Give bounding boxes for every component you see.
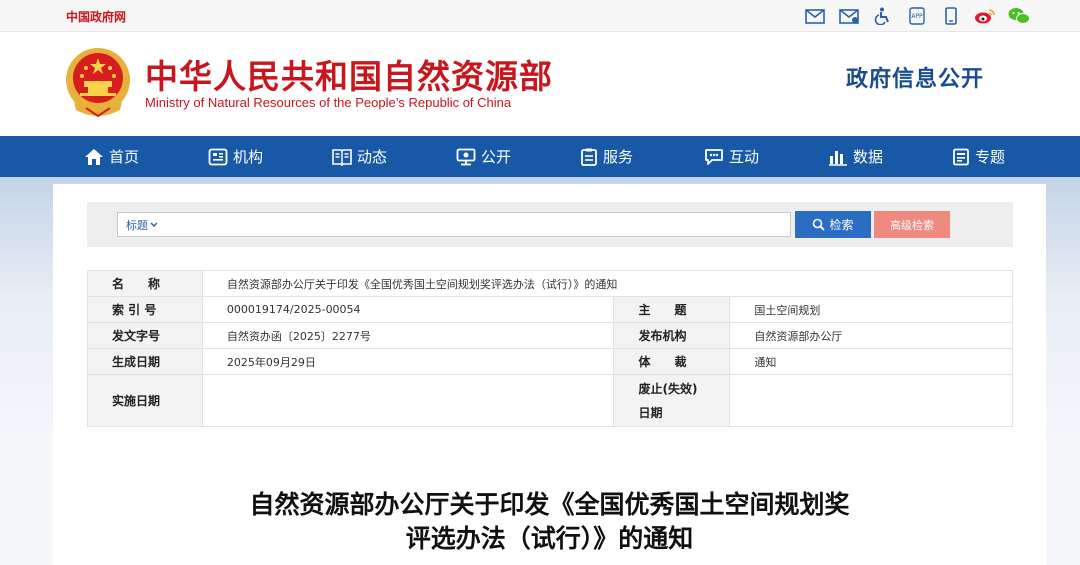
- search-bar: 标题 检索 高级检索: [87, 202, 1013, 247]
- name-label: 名 称: [87, 270, 203, 297]
- search-field: 标题: [117, 212, 791, 237]
- mail-reply-icon[interactable]: [838, 5, 860, 27]
- site-title: 中华人民共和国自然资源部: [145, 57, 553, 96]
- table-row: 发文字号 自然资办函〔2025〕2277号 发布机构 自然资源部办公厅: [87, 322, 1013, 349]
- nav-item-label: 首页: [109, 148, 140, 166]
- nav-item-label: 互动: [729, 148, 760, 166]
- home-icon: [85, 148, 103, 165]
- weibo-icon[interactable]: [974, 5, 996, 27]
- nav-item-interact[interactable]: 互动: [704, 146, 828, 167]
- search-scope-value: 标题: [126, 219, 148, 232]
- table-row: 名 称 自然资源部办公厅关于印发《全国优秀国土空间规划奖评选办法（试行）》的通知: [87, 270, 1014, 297]
- effective-value: [201, 374, 615, 427]
- topic-icon: [953, 148, 969, 165]
- site-subtitle: Ministry of Natural Resources of the Peo…: [145, 95, 512, 110]
- nav-item-organization[interactable]: 机构: [208, 146, 332, 167]
- document-info-table: 名 称 自然资源部办公厅关于印发《全国优秀国土空间规划奖评选办法（试行）》的通知…: [87, 270, 1014, 427]
- advanced-search-label: 高级检索: [890, 218, 934, 232]
- nav-item-service[interactable]: 服务: [580, 146, 704, 167]
- top-utility-bar: 中国政府网 APP: [0, 0, 1080, 32]
- document-title-line2: 评选办法（试行）》的通知: [405, 524, 694, 553]
- main-nav: 首页 机构 动态 公开 服务 互动 数据 专题: [0, 136, 1080, 177]
- issuer-label: 发布机构: [613, 322, 731, 349]
- mobile-icon[interactable]: [940, 5, 962, 27]
- nav-item-label: 动态: [357, 148, 388, 166]
- accessibility-icon[interactable]: [872, 5, 894, 27]
- nav-item-topic[interactable]: 专题: [952, 146, 1076, 167]
- nav-item-home[interactable]: 首页: [84, 146, 208, 167]
- national-emblem-icon: [66, 48, 130, 118]
- document-title: 自然资源部办公厅关于印发《全国优秀国土空间规划奖 评选办法（试行）》的通知: [53, 488, 1046, 556]
- subject-value: 国土空间规划: [729, 296, 1013, 323]
- search-button-label: 检索: [829, 218, 854, 232]
- nav-item-news[interactable]: 动态: [332, 146, 456, 167]
- expiry-label: 废止(失效) 日期: [613, 374, 731, 427]
- issuer-value: 自然资源部办公厅: [729, 322, 1013, 349]
- app-icon-label: APP: [911, 13, 923, 20]
- organization-icon: [208, 148, 228, 165]
- app-icon[interactable]: APP: [906, 5, 928, 27]
- search-button[interactable]: 检索: [795, 211, 871, 238]
- chevron-down-icon: [150, 222, 158, 227]
- main-content: 标题 检索 高级检索 名 称 自然资源部办公厅关于印发《全国优秀国土空间规划奖评…: [53, 184, 1046, 565]
- document-title-line1: 自然资源部办公厅关于印发《全国优秀国土空间规划奖: [249, 490, 850, 519]
- utility-tools: APP: [804, 5, 1030, 27]
- gov-portal-link[interactable]: 中国政府网: [66, 8, 126, 25]
- expiry-label-line2: 日期: [638, 405, 663, 420]
- search-input[interactable]: [170, 215, 780, 234]
- table-row: 实施日期 废止(失效) 日期: [87, 374, 1013, 427]
- advanced-search-button[interactable]: 高级检索: [874, 211, 950, 238]
- mail-icon[interactable]: [804, 5, 826, 27]
- nav-item-label: 数据: [853, 148, 884, 166]
- created-value: 2025年09月29日: [201, 348, 615, 375]
- effective-label: 实施日期: [87, 374, 203, 427]
- nav-item-label: 专题: [975, 148, 1006, 166]
- nav-item-disclosure[interactable]: 公开: [456, 146, 580, 167]
- site-header: 中华人民共和国自然资源部 Ministry of Natural Resourc…: [0, 32, 1080, 136]
- data-icon: [829, 150, 847, 166]
- docnum-label: 发文字号: [87, 322, 203, 349]
- disclosure-icon: [456, 148, 476, 165]
- nav-item-label: 机构: [233, 148, 264, 166]
- news-icon: [332, 148, 352, 166]
- wechat-icon[interactable]: [1008, 5, 1030, 27]
- expiry-label-line1: 废止(失效): [638, 381, 698, 396]
- nav-item-data[interactable]: 数据: [828, 146, 952, 167]
- service-icon: [581, 148, 597, 166]
- table-row: 生成日期 2025年09月29日 体 裁 通知: [87, 348, 1013, 375]
- index-label: 索 引 号: [87, 296, 203, 323]
- search-icon: [813, 218, 826, 231]
- section-title: 政府信息公开: [846, 67, 985, 92]
- genre-value: 通知: [729, 348, 1013, 375]
- name-value: 自然资源部办公厅关于印发《全国优秀国土空间规划奖评选办法（试行）》的通知: [201, 270, 1014, 297]
- created-label: 生成日期: [87, 348, 203, 375]
- index-value: 000019174/2025-00054: [201, 296, 615, 323]
- nav-item-label: 公开: [481, 148, 512, 166]
- docnum-value: 自然资办函〔2025〕2277号: [201, 322, 615, 349]
- subject-label: 主 题: [613, 296, 731, 323]
- search-scope-select[interactable]: 标题: [126, 217, 158, 233]
- table-row: 索 引 号 000019174/2025-00054 主 题 国土空间规划: [87, 296, 1013, 323]
- interact-icon: [705, 148, 723, 165]
- genre-label: 体 裁: [613, 348, 731, 375]
- expiry-value: [729, 374, 1013, 427]
- nav-item-label: 服务: [603, 148, 634, 166]
